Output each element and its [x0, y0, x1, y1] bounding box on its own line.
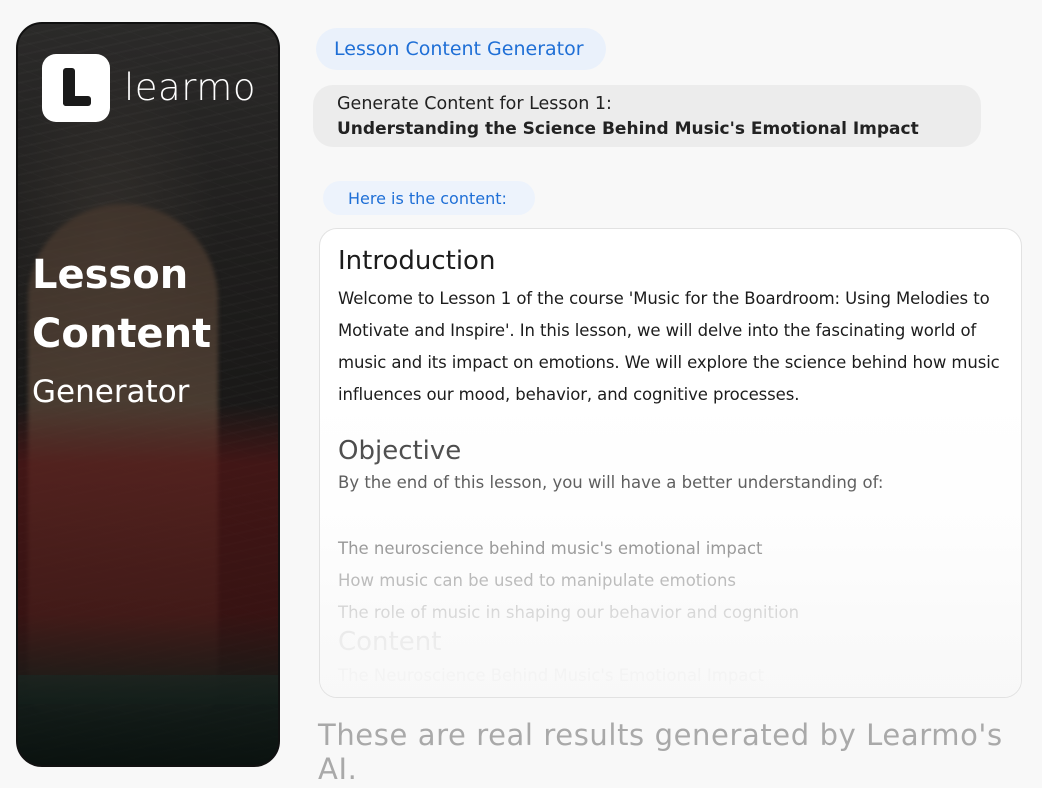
promo-title: Lesson Content: [32, 246, 272, 364]
user-prompt-bubble: Generate Content for Lesson 1: Understan…: [313, 85, 981, 147]
learmo-logo-icon: [42, 54, 110, 122]
prompt-line-1: Generate Content for Lesson 1:: [337, 94, 612, 114]
generator-title-chip: Lesson Content Generator: [316, 28, 606, 70]
list-item: How music can be used to manipulate emot…: [338, 571, 736, 590]
objective-heading: Objective: [338, 436, 462, 466]
promo-title-line1: Lesson: [32, 252, 189, 298]
footer-note: These are real results generated by Lear…: [318, 718, 1003, 786]
list-item: The neuroscience behind music's emotiona…: [338, 539, 763, 558]
content-body: Introduction Welcome to Lesson 1 of the …: [338, 243, 1003, 687]
intro-paragraph: Welcome to Lesson 1 of the course 'Music…: [338, 289, 1000, 404]
promo-title-line2: Content: [32, 311, 212, 357]
promo-subtitle: Generator: [32, 374, 190, 410]
objective-list: The neuroscience behind music's emotiona…: [338, 533, 1003, 629]
prompt-line-2: Understanding the Science Behind Music's…: [337, 119, 919, 139]
logo-wordmark: learmo: [124, 66, 256, 109]
content-heading: Content: [338, 627, 442, 657]
promo-card: learmo Lesson Content Generator: [16, 22, 280, 767]
generated-content-card[interactable]: Introduction Welcome to Lesson 1 of the …: [319, 228, 1022, 698]
intro-heading: Introduction: [338, 246, 496, 276]
reply-chip: Here is the content:: [323, 181, 535, 215]
background-photo-skirt: [18, 675, 278, 765]
background-photo-sweater: [18, 404, 278, 704]
content-subheading: The Neuroscience Behind Music's Emotiona…: [338, 666, 764, 685]
objective-paragraph: By the end of this lesson, you will have…: [338, 473, 884, 492]
